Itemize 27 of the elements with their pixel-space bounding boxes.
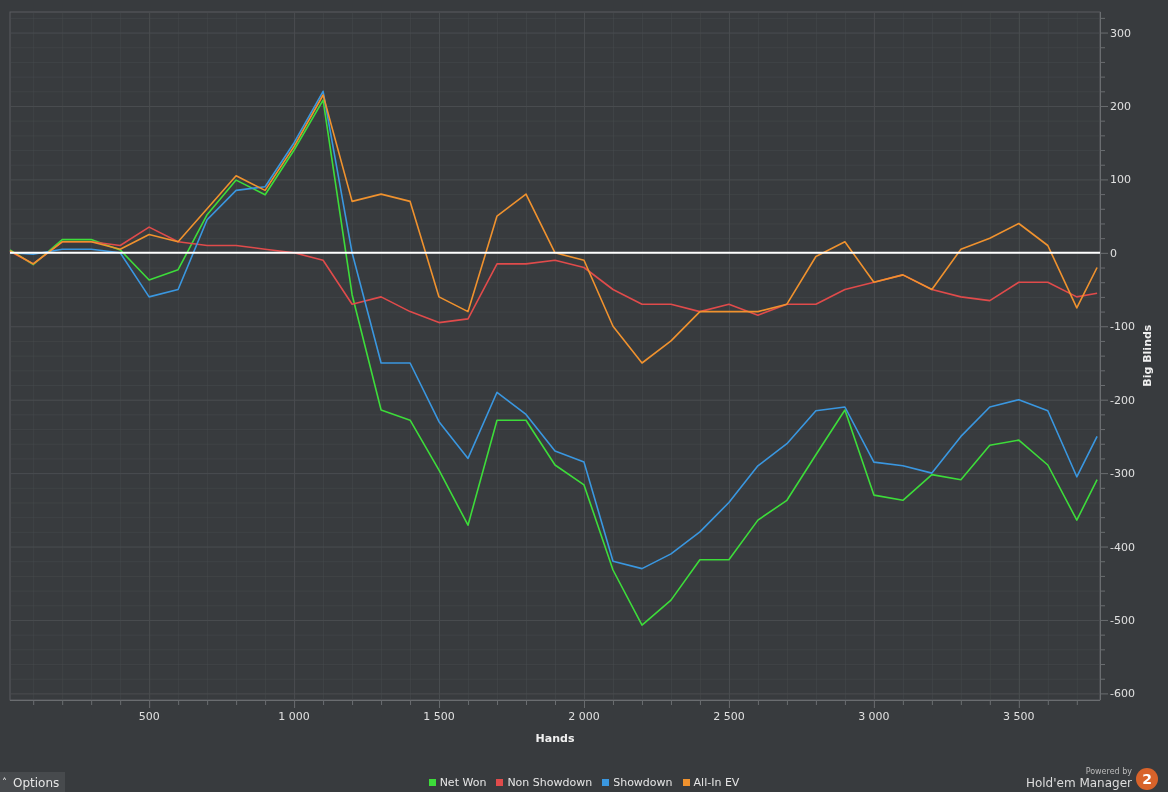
y-tick-label: 200	[1110, 100, 1131, 113]
y-tick-label: -100	[1110, 320, 1135, 334]
y-tick-label: -400	[1110, 540, 1135, 554]
y-tick-label: 0	[1110, 246, 1117, 260]
product-name: Hold'em Manager	[1025, 776, 1132, 790]
powered-by-text: Powered by	[1085, 768, 1132, 777]
x-tick-label: 2 000	[568, 710, 600, 723]
legend-label: Non Showdown	[507, 776, 593, 789]
legend-label: All-In EV	[693, 776, 740, 789]
y-tick-label: -600	[1110, 687, 1135, 701]
x-tick-label: 3 000	[858, 710, 890, 723]
options-button[interactable]: ˄ Options	[0, 772, 66, 792]
x-tick-label: 1 000	[278, 710, 310, 723]
legend-label: Showdown	[613, 776, 673, 789]
y-axis-title: Big Blinds	[1141, 324, 1154, 387]
y-tick-label: -500	[1110, 613, 1135, 627]
y-tick-label: 300	[1110, 26, 1131, 40]
x-tick-label: 2 500	[713, 710, 745, 723]
x-tick-label: 3 500	[1003, 710, 1035, 723]
x-tick-label: 1 500	[423, 710, 455, 723]
y-tick-label: -300	[1110, 467, 1135, 481]
y-tick-label: 100	[1110, 173, 1131, 187]
legend-label: Net Won	[439, 776, 487, 789]
logo-badge: 2	[1136, 768, 1158, 790]
y-tick-label: -200	[1110, 393, 1135, 407]
x-tick-label: 500	[138, 710, 160, 723]
x-axis-title: Hands	[535, 732, 575, 745]
